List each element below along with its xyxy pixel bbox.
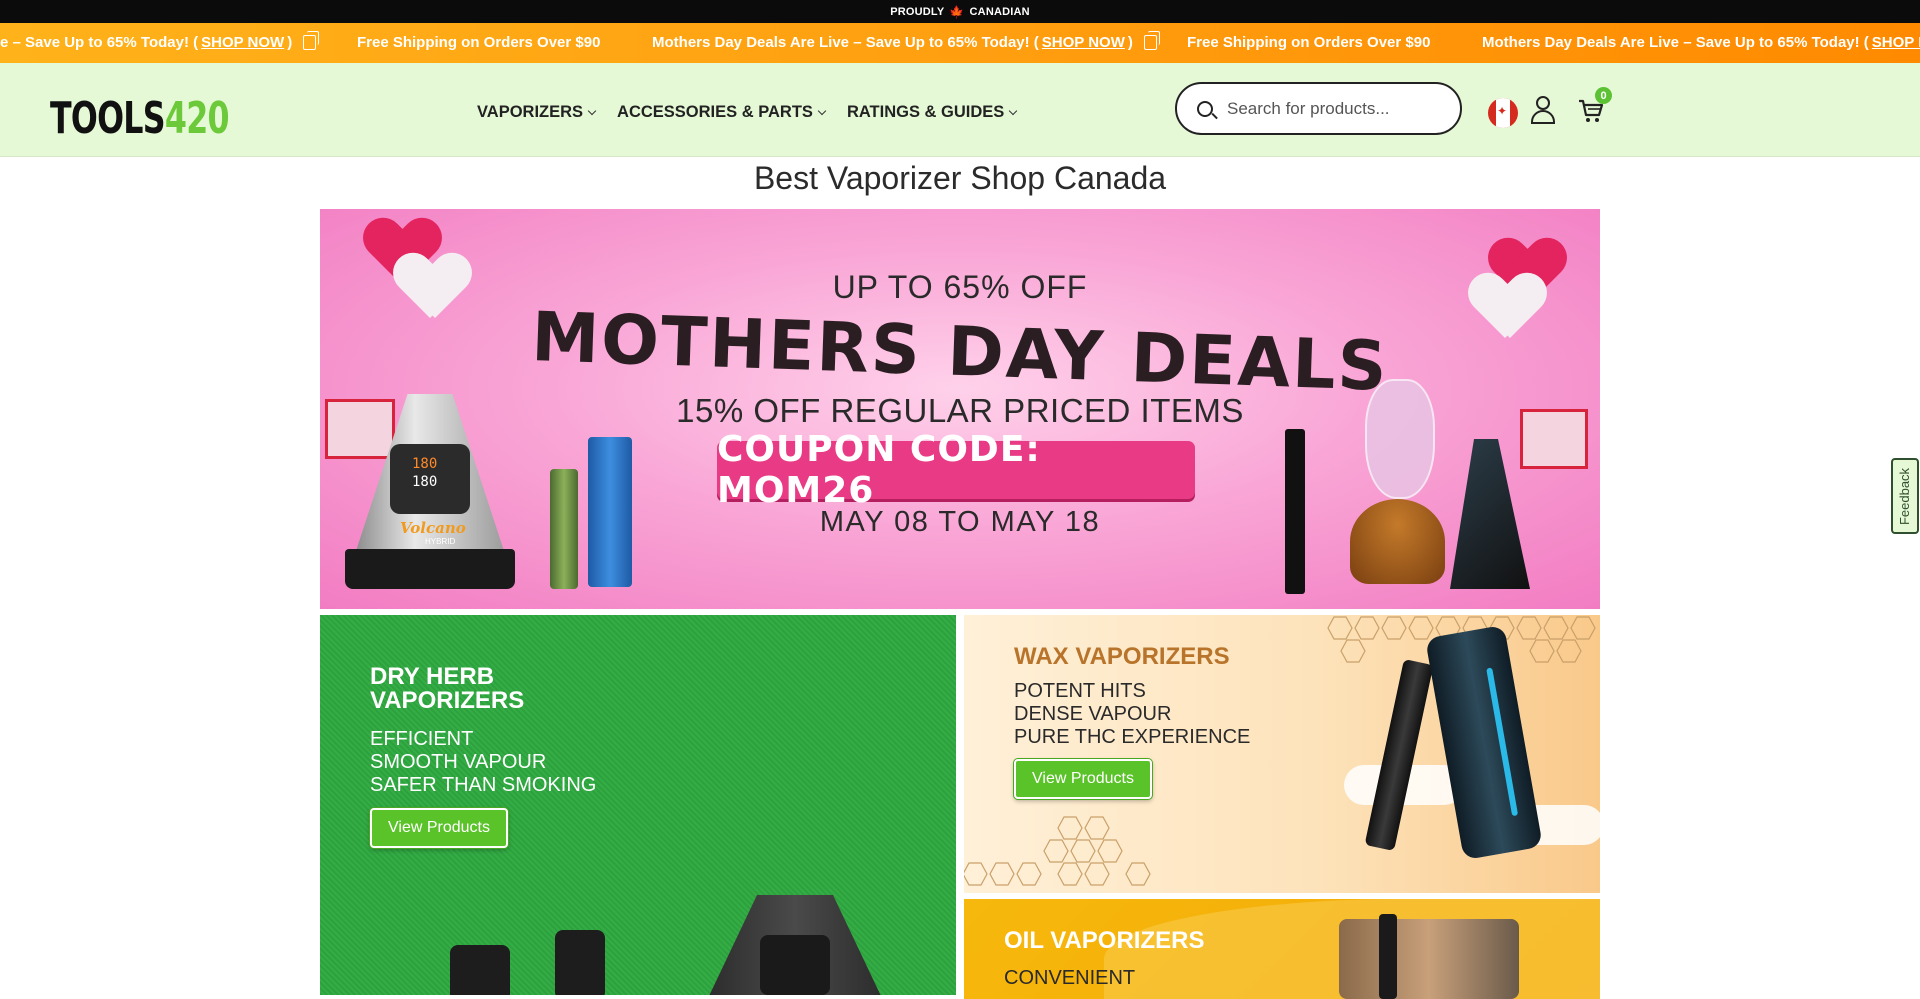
hero-banner[interactable]: 180 180 Volcano HYBRID UP TO 65% OFF MOT… — [320, 209, 1600, 609]
chevron-down-icon — [817, 106, 827, 115]
category-card-dry-herb[interactable]: DRY HERB VAPORIZERS EFFICIENT SMOOTH VAP… — [320, 615, 956, 995]
nav-item-ratings-guides[interactable]: RATINGS & GUIDES — [847, 103, 1018, 122]
device-image — [555, 930, 605, 995]
card-title: WAX VAPORIZERS — [1014, 643, 1230, 670]
card-feature-list: CONVENIENT — [1004, 967, 1136, 989]
oil-pen-image — [1379, 914, 1397, 999]
device-image — [450, 945, 510, 995]
oil-vaporizer-image — [1339, 919, 1519, 999]
honeycomb-pattern — [964, 816, 1151, 886]
ticker-item: e – Save Up to 65% Today! (SHOP NOW) — [0, 31, 320, 51]
device-image — [700, 895, 890, 995]
feedback-tab[interactable]: Feedback — [1891, 458, 1919, 534]
category-card-wax[interactable]: WAX VAPORIZERS POTENT HITS DENSE VAPOUR … — [964, 615, 1600, 893]
hero-date-range: MAY 08 TO MAY 18 — [819, 506, 1101, 538]
category-card-oil[interactable]: OIL VAPORIZERS CONVENIENT — [964, 899, 1600, 999]
wax-pen-image — [1364, 658, 1434, 852]
coupon-code-badge: COUPON CODE: MOM26 — [717, 429, 1195, 511]
chevron-down-icon — [587, 106, 597, 115]
search-input[interactable] — [1227, 98, 1447, 119]
topbar-left-text: PROUDLY — [890, 5, 945, 18]
ticker-item: Mothers Day Deals Are Live – Save Up to … — [652, 31, 1160, 51]
view-products-button[interactable]: View Products — [1014, 759, 1152, 799]
account-icon[interactable] — [1530, 96, 1556, 124]
main-nav: VAPORIZERS ACCESSORIES & PARTS RATINGS &… — [477, 103, 1018, 122]
search-icon[interactable] — [1197, 100, 1213, 117]
ticker-item: Mothers Day Deals Are Live – Save Up to … — [1482, 34, 1920, 51]
nav-item-vaporizers[interactable]: VAPORIZERS — [477, 103, 597, 122]
ticker-item: Free Shipping on Orders Over $90 — [357, 34, 601, 51]
card-feature-list: EFFICIENT SMOOTH VAPOUR SAFER THAN SMOKI… — [370, 728, 597, 796]
shop-now-link[interactable]: SHOP NOW — [201, 34, 284, 51]
page-title: Best Vaporizer Shop Canada — [753, 160, 1167, 196]
shop-now-link[interactable]: SHOP NOW — [1872, 34, 1920, 51]
copy-icon[interactable] — [1143, 31, 1160, 50]
hero-subheadline: 15% OFF REGULAR PRICED ITEMS — [676, 392, 1244, 429]
chevron-down-icon — [1009, 106, 1018, 115]
site-header: TOOLS420 VAPORIZERS ACCESSORIES & PARTS … — [0, 63, 1920, 157]
canada-flag-icon[interactable] — [1488, 98, 1518, 128]
site-logo[interactable]: TOOLS420 — [50, 97, 230, 141]
nav-item-accessories[interactable]: ACCESSORIES & PARTS — [617, 103, 827, 122]
ticker-item: Free Shipping on Orders Over $90 — [1187, 34, 1431, 51]
view-products-button[interactable]: View Products — [370, 808, 508, 848]
cart-count-badge: 0 — [1595, 87, 1612, 104]
maple-leaf-icon: 🍁 — [949, 4, 965, 19]
shop-now-link[interactable]: SHOP NOW — [1042, 34, 1125, 51]
card-feature-list: POTENT HITS DENSE VAPOUR PURE THC EXPERI… — [1014, 680, 1251, 748]
copy-icon[interactable] — [303, 31, 320, 50]
top-announcement-bar: PROUDLY 🍁 CANADIAN — [0, 0, 1920, 23]
topbar-right-text: CANADIAN — [969, 5, 1030, 18]
promo-ticker: e – Save Up to 65% Today! (SHOP NOW) Fre… — [0, 23, 1920, 63]
search-box — [1175, 82, 1462, 135]
card-title: DRY HERB VAPORIZERS — [370, 663, 525, 714]
card-title: OIL VAPORIZERS — [1004, 927, 1205, 954]
